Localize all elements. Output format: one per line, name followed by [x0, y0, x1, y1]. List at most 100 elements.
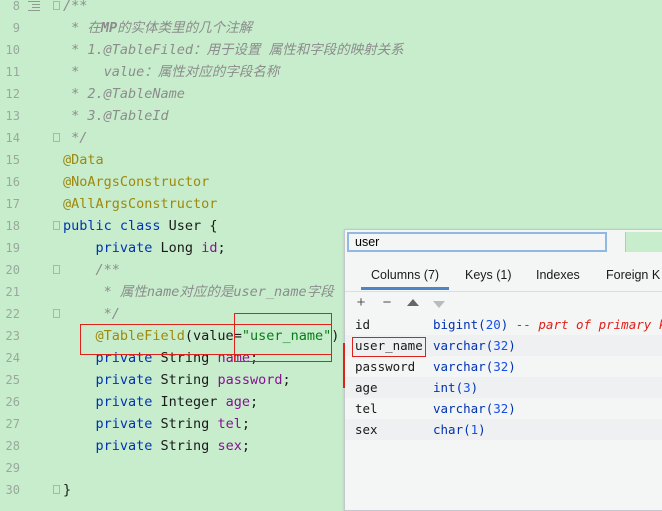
keyword: public class	[63, 218, 161, 234]
fold-marker[interactable]	[53, 221, 60, 230]
search-extension	[625, 232, 662, 252]
punctuation: )	[331, 328, 340, 344]
line-number: 24	[5, 351, 20, 365]
code-line[interactable]: */	[63, 303, 120, 325]
code-line[interactable]: private String sex;	[63, 435, 250, 457]
line-number: 22	[5, 307, 20, 321]
fold-marker[interactable]	[53, 265, 60, 274]
line-number: 11	[5, 65, 20, 79]
code-line[interactable]: private String tel;	[63, 413, 250, 435]
field-name: tel	[217, 416, 242, 432]
annotation-data: @Data	[63, 152, 104, 168]
comment-text: */	[63, 130, 88, 146]
closing-brace: }	[63, 482, 72, 498]
table-info-popup[interactable]: user Columns (7) Keys (1) Indexes Foreig…	[344, 229, 662, 511]
column-type: bigint(20) -- part of primary key	[433, 317, 662, 332]
tab-columns[interactable]: Columns (7)	[360, 260, 450, 290]
comment-text: */	[63, 306, 120, 322]
comment-text: * 2.	[63, 86, 104, 102]
comment-text: name	[146, 284, 180, 300]
code-line[interactable]: * value：属性对应的字段名称	[63, 61, 279, 83]
code-line[interactable]: private String password;	[63, 369, 291, 391]
line-number: 16	[5, 175, 20, 189]
remove-icon[interactable]: −	[379, 292, 395, 313]
punctuation: ;	[217, 240, 226, 256]
keyword: private	[63, 372, 153, 388]
punctuation: ;	[241, 438, 250, 454]
down-arrow-icon[interactable]	[433, 301, 445, 308]
column-row[interactable]: tel varchar(32)	[345, 398, 662, 419]
line-number: 10	[5, 43, 20, 57]
code-line[interactable]: /**	[63, 259, 120, 281]
column-row[interactable]: password varchar(32)	[345, 356, 662, 377]
column-row[interactable]: id bigint(20) -- part of primary key	[345, 314, 662, 335]
tab-foreign-keys[interactable]: Foreign K	[606, 260, 660, 290]
line-number: 18	[5, 219, 20, 233]
comment-text: /**	[63, 262, 120, 278]
comment-text: ：属性对应的字段名称	[144, 64, 280, 80]
fold-marker[interactable]	[53, 485, 60, 494]
keyword: private	[63, 416, 153, 432]
line-number: 29	[5, 461, 20, 475]
comment-text: MP	[100, 20, 118, 36]
field-name: id	[201, 240, 218, 256]
type-name: Integer	[152, 394, 226, 410]
line-number: 17	[5, 197, 20, 211]
table-search-input[interactable]: user	[347, 232, 607, 252]
comment-text: user_name	[233, 284, 307, 300]
column-row[interactable]: age int(3)	[345, 377, 662, 398]
column-name: age	[355, 380, 378, 395]
up-arrow-icon[interactable]	[407, 299, 419, 306]
code-line[interactable]: * 在MP的实体类里的几个注解	[63, 17, 252, 39]
comment-text: * 3.	[63, 108, 104, 124]
punctuation: ;	[241, 416, 250, 432]
type-name: String	[152, 372, 218, 388]
column-name: tel	[355, 401, 378, 416]
code-line[interactable]: @Data	[63, 149, 104, 171]
highlight-marker	[343, 343, 345, 388]
keyword: private	[63, 438, 153, 454]
code-line[interactable]: /**	[63, 0, 87, 17]
line-number: 30	[5, 483, 20, 497]
code-line[interactable]: @AllArgsConstructor	[63, 193, 217, 215]
popup-tabs: Columns (7) Keys (1) Indexes Foreign K	[345, 260, 662, 290]
line-number: 25	[5, 373, 20, 387]
column-type: int(3)	[433, 380, 479, 395]
line-number: 8	[12, 0, 20, 13]
column-type: varchar(32)	[433, 401, 516, 416]
structure-icon[interactable]	[28, 0, 40, 12]
tab-keys[interactable]: Keys (1)	[465, 260, 512, 290]
code-line[interactable]: * 属性name对应的是user_name字段	[63, 281, 334, 303]
column-name: id	[355, 317, 371, 332]
fold-marker[interactable]	[53, 309, 60, 318]
tab-indexes[interactable]: Indexes	[536, 260, 580, 290]
code-line[interactable]: private Long id;	[63, 237, 226, 259]
code-line[interactable]: * 3.@TableId	[63, 105, 169, 127]
punctuation: ;	[249, 394, 259, 410]
code-line[interactable]: private Integer age;	[63, 391, 259, 413]
comment-text: @TableName	[103, 86, 185, 102]
column-row[interactable]: sex char(1)	[345, 419, 662, 440]
column-type: varchar(32)	[433, 359, 516, 374]
code-line[interactable]: @NoArgsConstructor	[63, 171, 209, 193]
code-line[interactable]: * 1.@TableFiled：用于设置 属性和字段的映射关系	[63, 39, 404, 61]
code-line[interactable]: * 2.@TableName	[63, 83, 185, 105]
column-name: sex	[355, 422, 378, 437]
comment-text: @TableFiled	[103, 42, 194, 58]
keyword: private	[63, 240, 153, 256]
line-number: 19	[5, 241, 20, 255]
class-name: User {	[160, 218, 218, 234]
comment-text: * 在	[63, 20, 101, 36]
fold-marker[interactable]	[53, 1, 60, 10]
code-line[interactable]: }	[63, 479, 71, 501]
code-line[interactable]: */	[63, 127, 87, 149]
popup-toolbar: + −	[345, 291, 662, 313]
add-icon[interactable]: +	[353, 292, 369, 313]
comment-text: * 属性	[63, 284, 147, 300]
line-number: 21	[5, 285, 20, 299]
comment-text: ：用于设置 属性和字段的映射关系	[193, 42, 404, 58]
field-name: password	[217, 372, 283, 388]
annotation-no-args: @NoArgsConstructor	[63, 174, 210, 190]
fold-marker[interactable]	[53, 133, 60, 142]
code-line[interactable]: public class User {	[63, 215, 217, 237]
